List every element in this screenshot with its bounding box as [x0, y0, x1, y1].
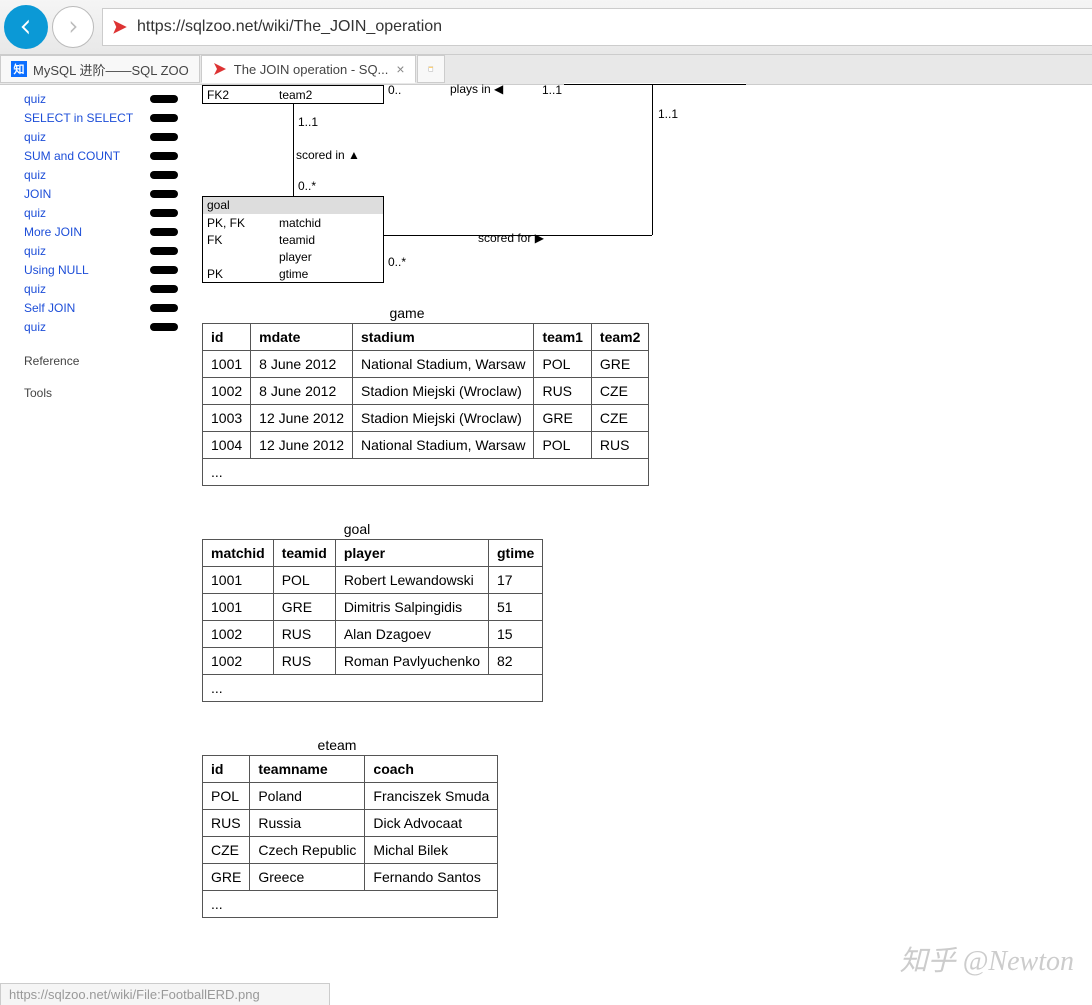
sidebar-item[interactable]: quiz [24, 165, 178, 184]
table-row: 1001GREDimitris Salpingidis51 [203, 594, 543, 621]
erd-goal-box: goal PK, FKmatchidFKteamidplayerPKgtime [202, 196, 384, 283]
sidebar-item[interactable]: JOIN [24, 184, 178, 203]
table-title: goal [202, 521, 512, 537]
new-tab-button[interactable] [417, 55, 445, 83]
sqlzoo-icon [212, 61, 228, 77]
browser-toolbar: https://sqlzoo.net/wiki/The_JOIN_operati… [0, 0, 1092, 55]
table-row: 100412 June 2012National Stadium, Warsaw… [203, 432, 649, 459]
status-bar: https://sqlzoo.net/wiki/File:FootballERD… [0, 983, 330, 1005]
erd-diagram[interactable]: FK2team2 goal PK, FKmatchidFKteamidplaye… [202, 85, 1092, 385]
sidebar-item[interactable]: SUM and COUNT [24, 146, 178, 165]
sidebar: quizSELECT in SELECTquizSUM and COUNTqui… [0, 85, 178, 1005]
table-row: 100312 June 2012Stadion Miejski (Wroclaw… [203, 405, 649, 432]
close-tab-icon[interactable]: × [396, 61, 404, 77]
sidebar-item[interactable]: More JOIN [24, 222, 178, 241]
back-button[interactable] [4, 5, 48, 49]
table-row: RUSRussiaDick Advocaat [203, 810, 498, 837]
sidebar-item[interactable]: Using NULL [24, 260, 178, 279]
sidebar-item[interactable]: quiz [24, 317, 178, 336]
table-goal: matchidteamidplayergtime1001POLRobert Le… [202, 539, 543, 702]
sidebar-item[interactable]: quiz [24, 89, 178, 108]
tab-label: The JOIN operation - SQ... [234, 62, 389, 77]
sidebar-reference[interactable]: Reference [24, 354, 178, 368]
zhihu-icon: 知 [11, 61, 27, 77]
sidebar-item[interactable]: quiz [24, 127, 178, 146]
table-title: eteam [202, 737, 472, 753]
sidebar-tools[interactable]: Tools [24, 386, 178, 400]
sidebar-item[interactable]: SELECT in SELECT [24, 108, 178, 127]
table-eteam-wrap: eteam idteamnamecoachPOLPolandFranciszek… [202, 737, 1092, 918]
sidebar-item[interactable]: quiz [24, 279, 178, 298]
address-bar[interactable]: https://sqlzoo.net/wiki/The_JOIN_operati… [102, 8, 1092, 46]
table-row: 1002RUSRoman Pavlyuchenko82 [203, 648, 543, 675]
erd-game-box: FK2team2 [202, 85, 384, 104]
url-text: https://sqlzoo.net/wiki/The_JOIN_operati… [137, 18, 442, 36]
sidebar-item[interactable]: Self JOIN [24, 298, 178, 317]
forward-button[interactable] [52, 6, 94, 48]
watermark: 知乎 @Newton [900, 939, 1074, 979]
table-eteam: idteamnamecoachPOLPolandFranciszek Smuda… [202, 755, 498, 918]
sidebar-item[interactable]: quiz [24, 241, 178, 260]
table-goal-wrap: goal matchidteamidplayergtime1001POLRobe… [202, 521, 1092, 702]
page-content: FK2team2 goal PK, FKmatchidFKteamidplaye… [178, 85, 1092, 1005]
site-icon [111, 18, 129, 36]
sidebar-item[interactable]: quiz [24, 203, 178, 222]
tab-sqlzoo[interactable]: The JOIN operation - SQ... × [201, 55, 416, 83]
new-tab-icon [428, 62, 434, 76]
table-row: POLPolandFranciszek Smuda [203, 783, 498, 810]
svg-text:知: 知 [13, 62, 25, 76]
table-row: CZECzech RepublicMichal Bilek [203, 837, 498, 864]
table-row: GREGreeceFernando Santos [203, 864, 498, 891]
tab-strip: 知 MySQL 进阶——SQL ZOO The JOIN operation -… [0, 55, 1092, 85]
tab-zhihu[interactable]: 知 MySQL 进阶——SQL ZOO [0, 55, 200, 83]
table-row: 1001POLRobert Lewandowski17 [203, 567, 543, 594]
table-row: 1002RUSAlan Dzagoev15 [203, 621, 543, 648]
tab-label: MySQL 进阶——SQL ZOO [33, 60, 189, 79]
